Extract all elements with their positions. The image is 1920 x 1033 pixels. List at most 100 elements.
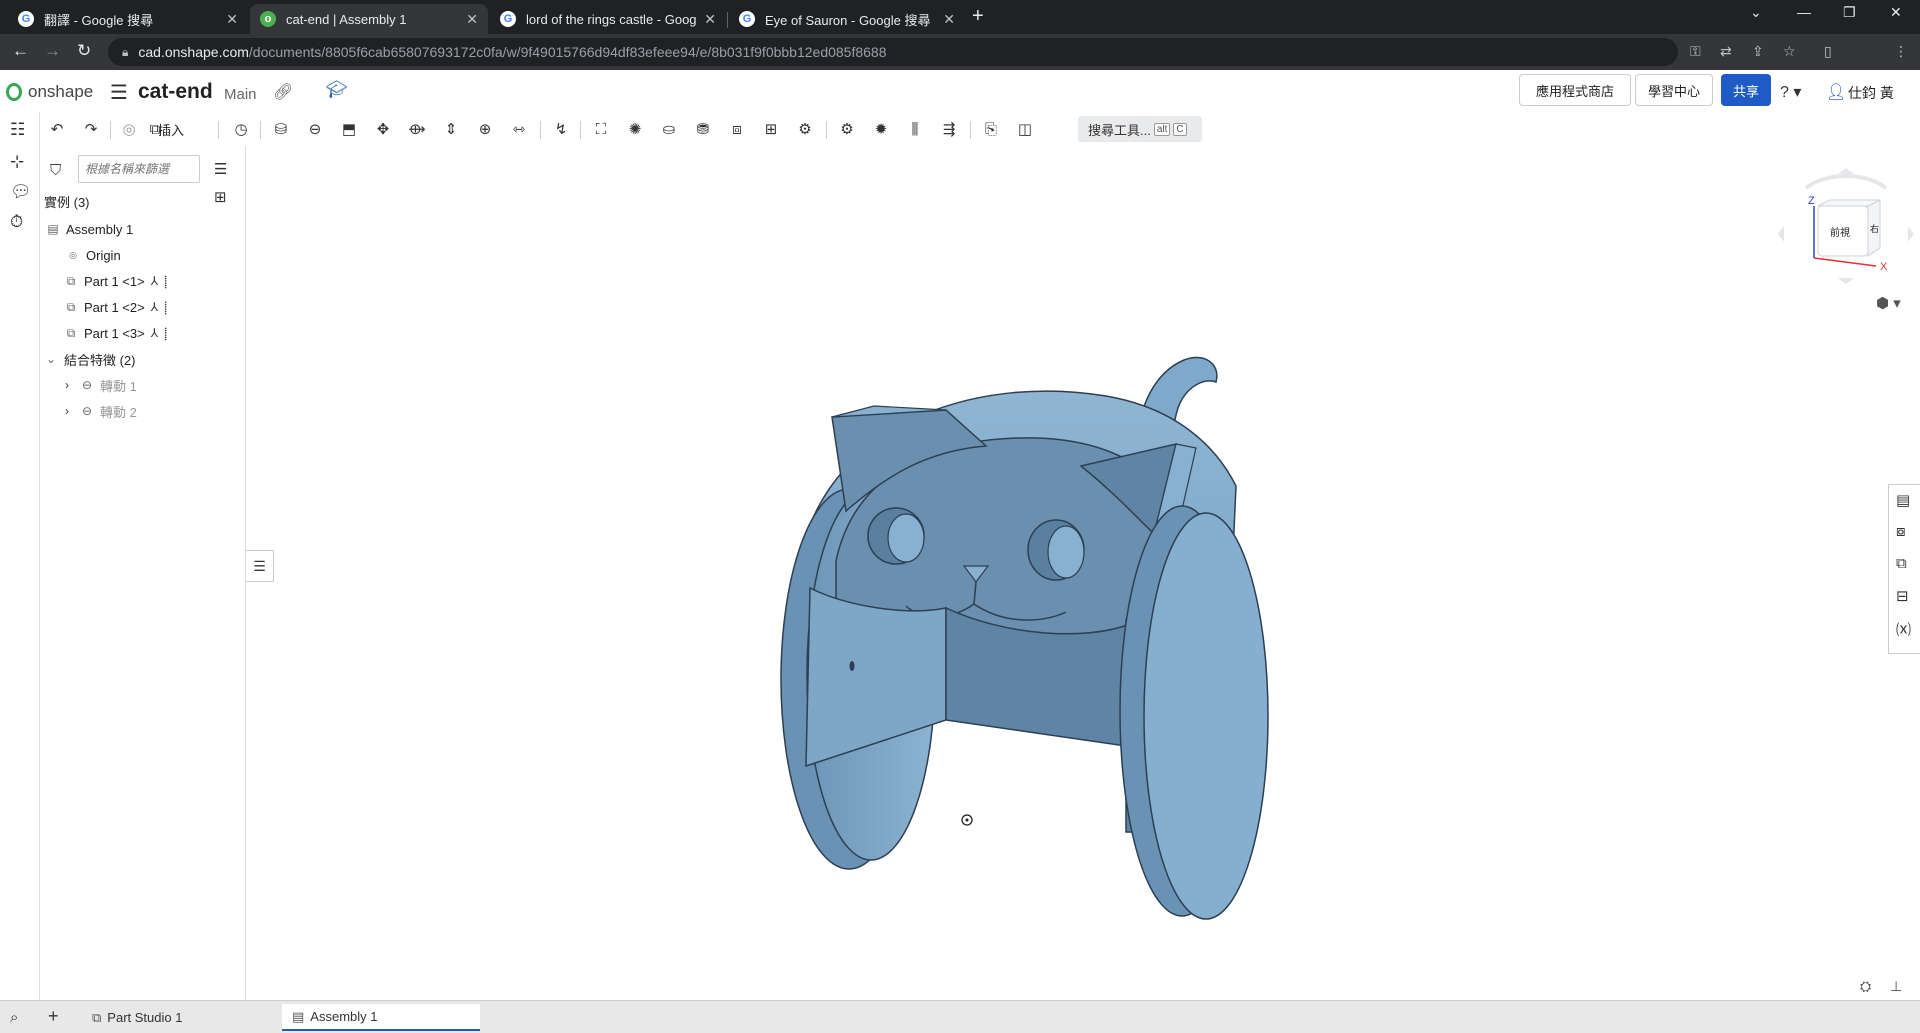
variables-icon[interactable]: ⒳ xyxy=(1896,619,1911,640)
cube-top-face[interactable] xyxy=(1817,199,1881,207)
slider-mate-icon[interactable]: ⬒ xyxy=(336,117,362,141)
menu-icon[interactable]: ☰ xyxy=(110,80,128,105)
minimize-icon[interactable]: — xyxy=(1797,4,1811,20)
render-mode-icon[interactable]: ⛭ xyxy=(1860,978,1871,995)
search-tabs-icon[interactable]: ⌕ xyxy=(10,1009,18,1026)
add-tab-icon[interactable]: + xyxy=(48,1006,59,1027)
explode-icon[interactable]: ⇶ xyxy=(936,117,962,141)
tangent-mate-icon[interactable]: ↯ xyxy=(548,117,574,141)
share-page-icon[interactable]: ⇪ xyxy=(1752,43,1764,60)
tab-assembly[interactable]: ▤ Assembly 1 xyxy=(282,1004,480,1031)
replicate-icon[interactable]: ⚙︎ xyxy=(834,117,860,141)
bookmark-star-icon[interactable]: ☆ xyxy=(1783,43,1796,60)
feature-list-icon[interactable]: ☷ xyxy=(10,120,25,140)
parallel-mate-icon[interactable]: ⇿ xyxy=(506,117,532,141)
chevron-right-icon[interactable]: › xyxy=(60,378,74,392)
rotate-up-icon[interactable] xyxy=(1838,168,1854,174)
measure-units-icon[interactable]: ⊥ xyxy=(1890,978,1902,995)
tree-item-part[interactable]: ⧉ Part 1 <3> ⅄ ⸽ xyxy=(64,322,167,344)
document-title[interactable]: cat-end xyxy=(138,80,213,104)
cat-model-3d[interactable] xyxy=(246,146,1920,1000)
instances-header[interactable]: 實例 (3) xyxy=(44,190,90,212)
new-folder-icon[interactable]: ⊞ xyxy=(214,188,227,206)
clock-icon[interactable]: ◷ xyxy=(228,117,254,141)
user-name[interactable]: 仕鈞 黃 xyxy=(1848,83,1894,103)
ball-mate-icon[interactable]: ⊕ xyxy=(472,117,498,141)
rotate-left-icon[interactable] xyxy=(1778,226,1784,242)
rotate-right-icon[interactable] xyxy=(1908,226,1914,242)
new-tab-button[interactable]: + xyxy=(972,5,984,28)
chevron-down-icon[interactable]: ⌄ xyxy=(44,352,58,366)
browser-menu-icon[interactable]: ⋮ xyxy=(1894,43,1908,60)
learning-center-button[interactable]: 學習中心 xyxy=(1635,74,1713,106)
close-icon[interactable]: ✕ xyxy=(943,11,955,28)
browser-tab-4[interactable]: G Eye of Sauron - Google 搜尋 ✕ xyxy=(729,4,965,34)
mirror-icon[interactable]: ⫼ xyxy=(902,117,928,141)
tree-item-part[interactable]: ⧉ Part 1 <2> ⅄ ⸽ xyxy=(64,296,167,318)
app-store-button[interactable]: 應用程式商店 xyxy=(1519,74,1631,106)
filter-icon[interactable]: ⛉ xyxy=(50,162,61,179)
browser-tab-1[interactable]: G 翻譯 - Google 搜尋 ✕ xyxy=(8,4,248,34)
insert-label[interactable]: 插入 xyxy=(158,120,184,139)
url-field[interactable]: 🔒︎ cad.onshape.com /documents/8805f6cab6… xyxy=(108,38,1678,66)
group-icon[interactable]: ⛶ xyxy=(588,117,614,141)
mate-connector-icon[interactable]: ✺ xyxy=(622,117,648,141)
pattern-icon[interactable]: ✹ xyxy=(868,117,894,141)
share-button[interactable]: 共享 xyxy=(1721,74,1771,106)
view-mode-icon[interactable]: ⬢ ▾ xyxy=(1876,294,1901,312)
mate-connector-panel-icon[interactable]: ⧉ xyxy=(1896,555,1907,572)
pin-slot-mate-icon[interactable]: ⇕ xyxy=(438,117,464,141)
workspace-label[interactable]: Main xyxy=(224,86,257,103)
restore-icon[interactable]: ❐ xyxy=(1843,4,1856,21)
insert-part-icon[interactable]: ⊹ xyxy=(10,152,24,172)
mate-features-header[interactable]: ⌄ 結合特徵 (2) xyxy=(44,348,136,370)
section-view-icon[interactable]: ◫ xyxy=(1012,117,1038,141)
tab-part-studio[interactable]: ⧉ Part Studio 1 xyxy=(82,1004,278,1031)
translate-icon[interactable]: ⇄ xyxy=(1720,43,1732,60)
back-icon[interactable]: ← xyxy=(12,41,29,61)
close-icon[interactable]: ✕ xyxy=(466,11,478,28)
redo-icon[interactable]: ↷ xyxy=(78,117,104,141)
search-tools-button[interactable]: 搜尋工具... alt C xyxy=(1078,116,1202,142)
user-avatar-icon[interactable]: 👤︎ xyxy=(1826,82,1846,102)
graphics-viewport[interactable]: ☰ Z X 前視 右 ⬢ ▾ ▤ ⧇ ⧉ ⊟ ⒳ ⛭ ⊥ xyxy=(246,146,1920,1000)
gear-relation-icon[interactable]: ⛃ xyxy=(690,117,716,141)
tree-item-assembly[interactable]: ▤ Assembly 1 xyxy=(46,218,133,240)
key-icon[interactable]: ⚿ xyxy=(1690,43,1701,60)
comments-icon[interactable]: 💬︎ xyxy=(10,182,32,202)
revolute-mate-icon[interactable]: ⊖ xyxy=(302,117,328,141)
screw-relation-icon[interactable]: ⊞ xyxy=(758,117,784,141)
linear-relation-icon[interactable]: ⚙︎ xyxy=(792,117,818,141)
history-icon[interactable]: ⏱︎ xyxy=(10,212,23,232)
properties-icon[interactable]: ▤ xyxy=(1896,491,1910,509)
forward-icon[interactable]: → xyxy=(44,41,61,61)
rack-pinion-icon[interactable]: ⧈ xyxy=(724,117,750,141)
help-icon[interactable]: ? ▾ xyxy=(1780,82,1801,102)
graduation-cap-icon[interactable]: 🎓︎ xyxy=(326,80,348,100)
measure-icon[interactable]: ⎘ xyxy=(978,117,1004,141)
chevron-right-icon[interactable]: › xyxy=(60,404,74,418)
close-icon[interactable]: ✕ xyxy=(226,11,238,28)
browser-tab-3[interactable]: G lord of the rings castle - Google ✕ xyxy=(490,4,726,34)
tab-search-icon[interactable]: ⌄ xyxy=(1750,4,1762,21)
rotate-arc-icon[interactable] xyxy=(1804,174,1888,190)
browser-tab-2[interactable]: o cat-end | Assembly 1 ✕ xyxy=(250,4,488,34)
fastened-mate-icon[interactable]: ⛁ xyxy=(268,117,294,141)
bom-icon[interactable]: ⊟ xyxy=(1896,587,1909,605)
link-icon[interactable]: 🔗︎ xyxy=(273,82,293,102)
tree-item-mate[interactable]: › ⊖ 轉動 2 xyxy=(60,400,137,422)
tree-item-mate[interactable]: › ⊖ 轉動 1 xyxy=(60,374,137,396)
relation-icon[interactable]: ⛀ xyxy=(656,117,682,141)
sidepanel-icon[interactable]: ▯ xyxy=(1824,43,1832,60)
close-icon[interactable]: ✕ xyxy=(704,11,716,28)
list-view-icon[interactable]: ☰ xyxy=(214,160,227,178)
tree-item-part[interactable]: ⧉ Part 1 <1> ⅄ ⸽ xyxy=(64,270,167,292)
filter-input[interactable] xyxy=(78,155,200,183)
window-close-icon[interactable]: ✕ xyxy=(1890,4,1902,21)
regenerate-icon[interactable]: ◎ xyxy=(116,117,142,141)
tree-item-origin[interactable]: ◎ Origin xyxy=(66,244,121,266)
onshape-logo[interactable]: onshape xyxy=(6,82,93,102)
undo-icon[interactable]: ↶ xyxy=(44,117,70,141)
reload-icon[interactable]: ↻ xyxy=(77,41,91,61)
cylindrical-mate-icon[interactable]: ⟴ xyxy=(404,117,430,141)
